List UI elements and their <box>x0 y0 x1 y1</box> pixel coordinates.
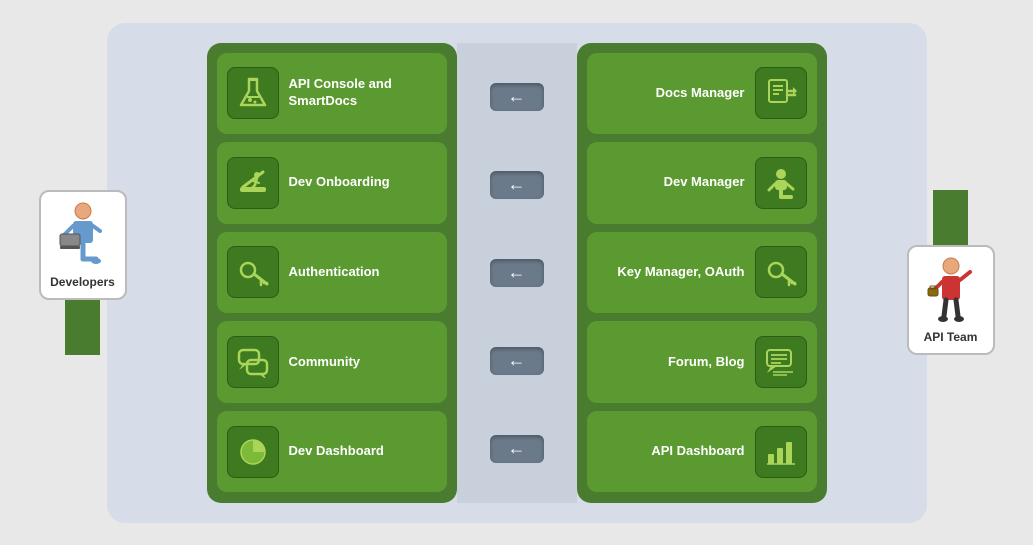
person-sitting-icon-box <box>755 157 807 209</box>
inner-layout: API Console and SmartDocs <box>107 23 927 523</box>
list-item: Dev Dashboard <box>217 411 447 493</box>
left-connector-strip <box>65 300 100 355</box>
arrow-row-4: ← <box>490 317 544 405</box>
left-column: API Console and SmartDocs <box>207 43 457 503</box>
key-icon-box <box>227 246 279 298</box>
list-item: Docs Manager <box>587 53 817 135</box>
api-dashboard-label: API Dashboard <box>597 443 745 460</box>
docs-icon <box>765 77 797 109</box>
bar-chart-icon <box>765 436 797 468</box>
developers-label: Developers <box>50 275 115 289</box>
arrow-4: ← <box>490 347 544 375</box>
api-team-icon <box>926 256 976 326</box>
api-team-side: API Team <box>907 190 995 355</box>
arrow-1: ← <box>490 83 544 111</box>
dev-manager-label: Dev Manager <box>597 174 745 191</box>
arrow-row-1: ← <box>490 53 544 141</box>
forum-blog-label: Forum, Blog <box>597 354 745 371</box>
escalator-icon-box <box>227 157 279 209</box>
list-item: Forum, Blog <box>587 321 817 403</box>
bar-chart-icon-box <box>755 426 807 478</box>
community-label: Community <box>289 354 437 371</box>
dev-onboarding-label: Dev Onboarding <box>289 174 437 191</box>
pie-chart-icon-box <box>227 426 279 478</box>
list-item: API Console and SmartDocs <box>217 53 447 135</box>
key-manager-label: Key Manager, OAuth <box>597 264 745 281</box>
api-console-label: API Console and SmartDocs <box>289 76 437 110</box>
outer-box: API Console and SmartDocs <box>107 23 927 523</box>
middle-area: ← ← ← ← ← <box>457 43 577 503</box>
arrow-row-2: ← <box>490 141 544 229</box>
docs-icon-box <box>755 67 807 119</box>
escalator-icon <box>237 167 269 199</box>
right-connector-strip <box>933 190 968 245</box>
pie-chart-icon <box>237 436 269 468</box>
diagram-wrapper: Developers <box>39 23 995 523</box>
list-item: API Dashboard <box>587 411 817 493</box>
authentication-label: Authentication <box>289 264 437 281</box>
arrow-row-5: ← <box>490 405 544 493</box>
developer-icon <box>58 201 108 271</box>
list-item: Key Manager, OAuth <box>587 232 817 314</box>
developers-side: Developers <box>39 190 127 355</box>
arrow-5: ← <box>490 435 544 463</box>
arrow-3: ← <box>490 259 544 287</box>
forum-icon <box>765 346 797 378</box>
api-team-label: API Team <box>924 330 978 344</box>
key2-icon-box <box>755 246 807 298</box>
dev-dashboard-label: Dev Dashboard <box>289 443 437 460</box>
list-item: Community <box>217 321 447 403</box>
arrow-row-3: ← <box>490 229 544 317</box>
docs-manager-label: Docs Manager <box>597 85 745 102</box>
flask-icon <box>237 77 269 109</box>
list-item: Dev Onboarding <box>217 142 447 224</box>
chat-icon <box>237 346 269 378</box>
chat-icon-box <box>227 336 279 388</box>
person-sitting-icon <box>765 167 797 199</box>
list-item: Authentication <box>217 232 447 314</box>
list-item: Dev Manager <box>587 142 817 224</box>
key2-icon <box>765 256 797 288</box>
forum-icon-box <box>755 336 807 388</box>
flask-icon-box <box>227 67 279 119</box>
right-column: Docs Manager <box>577 43 827 503</box>
arrow-2: ← <box>490 171 544 199</box>
key-icon <box>237 256 269 288</box>
diagram-container: Developers <box>37 13 997 533</box>
